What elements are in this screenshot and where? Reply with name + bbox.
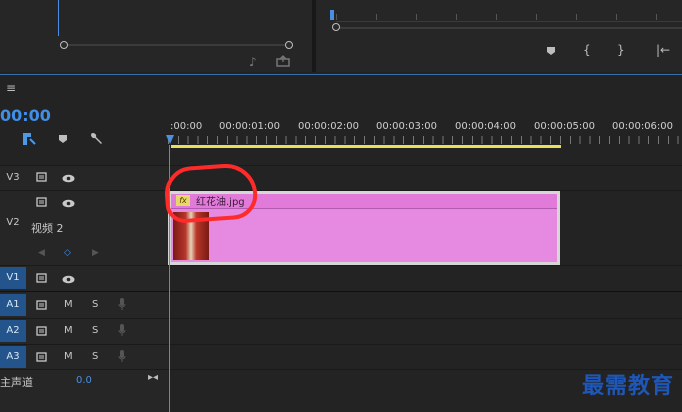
panel-menu-icon[interactable]: ≡	[6, 82, 16, 94]
track-separator	[0, 344, 682, 345]
marker-icon[interactable]	[546, 46, 556, 59]
program-zoom-bar[interactable]	[338, 27, 682, 29]
toggle-sync-lock-icon[interactable]	[36, 352, 48, 365]
program-playhead[interactable]	[330, 10, 334, 20]
go-to-in-icon[interactable]: |←	[656, 44, 670, 56]
mute-button[interactable]: M	[64, 325, 73, 336]
track-separator	[0, 265, 682, 266]
toggle-sync-lock-icon[interactable]	[36, 172, 48, 185]
mute-button[interactable]: M	[64, 299, 73, 310]
source-zoom-handle-right[interactable]	[285, 41, 293, 49]
program-monitor-panel	[316, 0, 682, 72]
track-label-a2[interactable]: A2	[0, 320, 26, 342]
track-name-v2[interactable]: 视频 2	[31, 220, 64, 236]
program-ruler-ticks	[336, 14, 682, 20]
ruler-label: 00:00:03:00	[376, 121, 438, 132]
track-label-a3[interactable]: A3	[0, 346, 26, 368]
work-area-bar[interactable]	[171, 145, 561, 148]
export-frame-icon[interactable]	[276, 55, 290, 69]
solo-button[interactable]: S	[92, 299, 98, 310]
watermark: 最需教育	[581, 373, 674, 399]
ruler-label: :00:00	[170, 121, 203, 132]
track-separator	[0, 318, 682, 319]
wrench-icon[interactable]	[89, 131, 103, 148]
source-zoom-bar[interactable]	[64, 44, 290, 46]
video-audio-divider	[0, 291, 682, 292]
solo-button[interactable]: S	[92, 325, 98, 336]
toggle-sync-lock-icon[interactable]	[36, 300, 48, 313]
mute-button[interactable]: M	[64, 351, 73, 362]
track-separator	[0, 369, 682, 370]
timecode-display[interactable]: 00:00	[0, 106, 51, 125]
toggle-sync-lock-icon[interactable]	[36, 197, 48, 210]
mark-out-icon[interactable]: }	[617, 44, 625, 56]
master-track-label: 主声道	[0, 376, 33, 389]
playhead-handle[interactable]	[166, 135, 174, 144]
ruler-label: 00:00:05:00	[534, 121, 596, 132]
track-separator	[0, 165, 682, 166]
ruler-label: 00:00:06:00	[612, 121, 674, 132]
toggle-sync-lock-icon[interactable]	[36, 326, 48, 339]
track-label-v1[interactable]: V1	[0, 267, 26, 289]
eye-icon[interactable]	[62, 198, 75, 211]
snap-icon[interactable]	[22, 132, 36, 149]
annotation-circle	[163, 161, 259, 225]
microphone-icon[interactable]	[118, 324, 126, 339]
eye-icon[interactable]	[62, 173, 75, 186]
mark-in-icon[interactable]: {	[583, 44, 591, 56]
go-to-out-icon[interactable]: ▸◂	[148, 372, 158, 384]
program-ruler-line	[336, 21, 682, 22]
source-playhead-line	[58, 0, 59, 36]
time-ruler[interactable]: :00:00 00:00:01:00 00:00:02:00 00:00:03:…	[168, 118, 682, 148]
next-keyframe-icon[interactable]: ▶	[92, 248, 99, 258]
master-volume-value[interactable]: 0.0	[76, 375, 92, 386]
track-label-v2[interactable]: V2	[0, 212, 26, 234]
source-zoom-handle-left[interactable]	[60, 41, 68, 49]
track-label-a1[interactable]: A1	[0, 294, 26, 316]
add-keyframe-icon[interactable]: ◇	[64, 248, 71, 258]
add-marker-icon[interactable]	[58, 134, 68, 147]
toggle-sync-lock-icon[interactable]	[36, 273, 48, 286]
source-monitor-panel	[0, 0, 312, 72]
solo-button[interactable]: S	[92, 351, 98, 362]
insert-icon[interactable]: ♪	[249, 56, 257, 68]
ruler-label: 00:00:01:00	[219, 121, 281, 132]
ruler-ticks	[168, 136, 682, 144]
microphone-icon[interactable]	[118, 350, 126, 365]
program-zoom-handle[interactable]	[332, 23, 340, 31]
track-label-v3[interactable]: V3	[0, 167, 26, 189]
eye-icon[interactable]	[62, 274, 75, 287]
ruler-label: 00:00:02:00	[298, 121, 360, 132]
microphone-icon[interactable]	[118, 298, 126, 313]
ruler-label: 00:00:04:00	[455, 121, 517, 132]
previous-keyframe-icon[interactable]: ◀	[38, 248, 45, 258]
